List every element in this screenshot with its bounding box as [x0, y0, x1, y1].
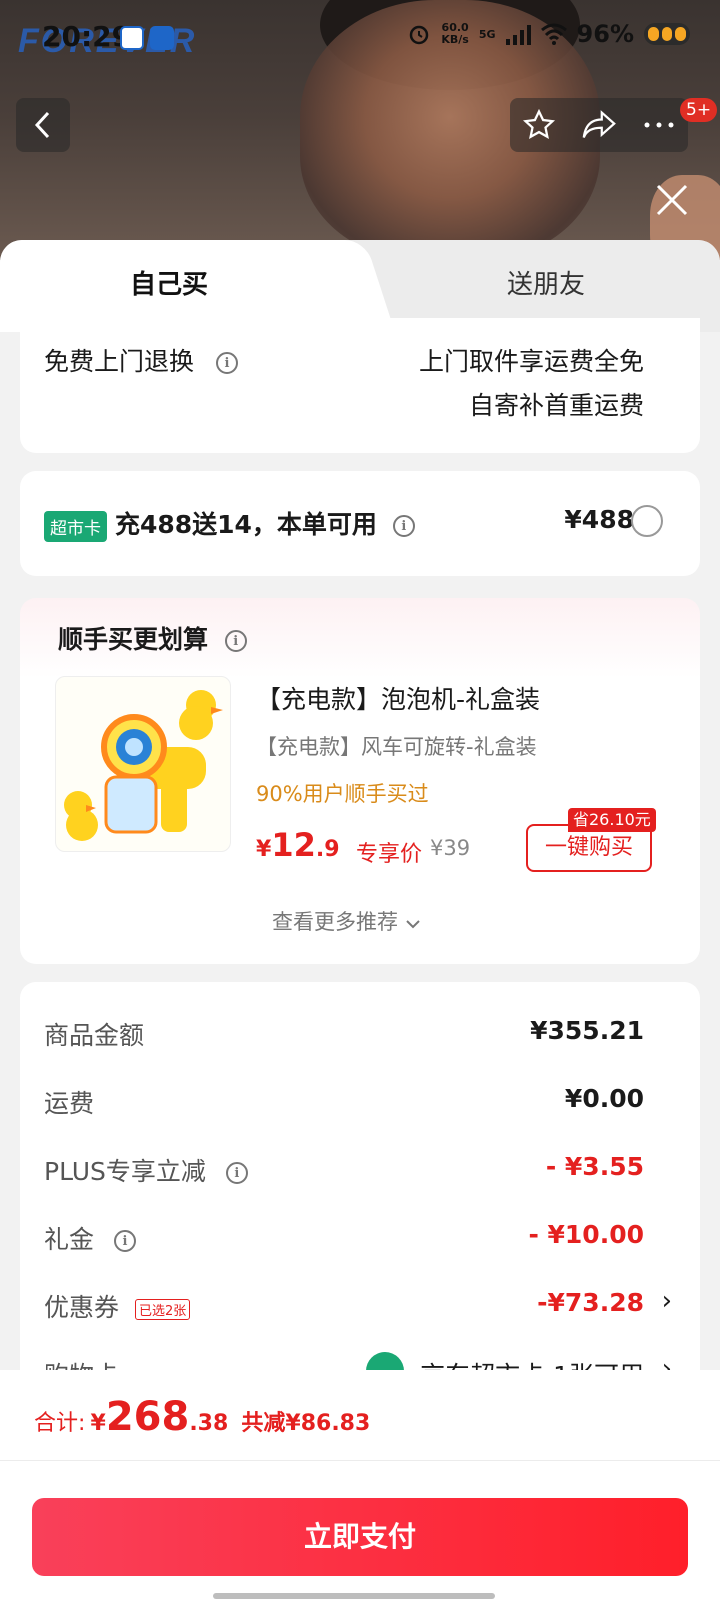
signal-icon	[505, 23, 531, 45]
chevron-down-icon	[405, 920, 420, 929]
product-name[interactable]: 【充电款】泡泡机-礼盒装	[256, 680, 540, 716]
status-bar: 20:29 60.0 KB/s 5G 96%	[0, 0, 720, 76]
free-return-card: 免费上门退换 i 上门取件享运费全免 自寄补首重运费	[20, 318, 700, 453]
summary-label-plus: PLUS专享立减 i	[44, 1152, 248, 1188]
info-icon[interactable]: i	[224, 630, 247, 652]
total-saved: 共减¥86.83	[241, 1411, 371, 1436]
summary-value-goods: ¥355.21	[530, 1016, 644, 1045]
info-icon[interactable]: i	[215, 352, 238, 374]
info-icon[interactable]: i	[113, 1230, 136, 1252]
coupon-selected-tag: 已选2张	[134, 1298, 191, 1320]
back-button[interactable]	[16, 98, 70, 152]
summary-value-coupon[interactable]: -¥73.28	[537, 1288, 644, 1317]
tab-self[interactable]: 自己买	[130, 264, 208, 301]
summary-label-shipping: 运费	[44, 1089, 95, 1118]
pay-now-button[interactable]: 立即支付	[32, 1498, 688, 1576]
summary-label-coupon[interactable]: 优惠券 已选2张	[44, 1288, 191, 1324]
product-price: ¥12.9	[256, 826, 340, 864]
battery-icon	[644, 23, 690, 45]
summary-label-goods: 商品金额	[44, 1021, 145, 1050]
save-badge: 省26.10元	[568, 808, 656, 832]
alarm-icon	[410, 25, 429, 45]
summary-value-shipping: ¥0.00	[564, 1084, 644, 1113]
star-icon[interactable]	[522, 108, 556, 142]
bubble-gun-image	[64, 690, 223, 841]
supermarket-card-radio[interactable]	[631, 505, 663, 537]
divider	[0, 1460, 720, 1461]
product-bought-rate: 90%用户顺手买过	[256, 782, 429, 806]
battery-percent: 96%	[576, 20, 634, 48]
addon-recommend-card: 顺手买更划算 i 【充电款】泡泡机-礼盒装 【充电款】风车可旋转-礼盒装 90%…	[20, 598, 700, 964]
order-total: 合计: ¥268.38 共减¥86.83	[34, 1394, 371, 1440]
supermarket-card-text: 充488送14，本单可用	[114, 510, 377, 539]
info-icon[interactable]: i	[392, 515, 415, 537]
tab-friend[interactable]: 送朋友	[507, 264, 585, 301]
network-speed: 60.0 KB/s	[441, 21, 469, 46]
wifi-icon	[540, 23, 567, 45]
return-line-1: 上门取件享运费全免	[418, 347, 644, 376]
home-indicator[interactable]	[213, 1593, 495, 1599]
close-icon[interactable]	[654, 182, 690, 218]
supermarket-card-tag: 超市卡	[44, 510, 107, 542]
checkout-bottom-bar: 合计: ¥268.38 共减¥86.83 立即支付	[0, 1370, 720, 1600]
chevron-right-icon[interactable]: ›	[662, 1286, 672, 1316]
status-indicators: 60.0 KB/s 5G 96%	[407, 20, 690, 48]
status-time: 20:29	[42, 20, 132, 53]
more-icon[interactable]	[642, 120, 676, 130]
more-recommend-link[interactable]: 查看更多推荐	[272, 906, 421, 936]
back-icon	[34, 111, 50, 139]
summary-value-gift: - ¥10.00	[528, 1220, 644, 1249]
free-return-title: 免费上门退换	[44, 347, 195, 376]
checkout-sheet: 自己买 送朋友 免费上门退换 i 上门取件享运费全免 自寄补首重运费 超市卡 充…	[0, 240, 720, 1600]
network-type: 5G	[478, 27, 496, 41]
product-image[interactable]	[55, 676, 231, 852]
app-notification-icon	[150, 26, 174, 50]
exclusive-price-label: 专享价	[356, 842, 423, 867]
message-badge: 5+	[680, 98, 718, 122]
summary-label-gift: 礼金 i	[44, 1220, 136, 1256]
original-price: ¥39	[430, 836, 471, 860]
return-line-2: 自寄补首重运费	[468, 391, 644, 420]
supermarket-card-amount: ¥488	[564, 505, 634, 534]
header-actions	[510, 98, 688, 152]
share-icon[interactable]	[581, 108, 617, 142]
app-notification-icon	[120, 26, 144, 50]
supermarket-card-offer[interactable]: 超市卡 充488送14，本单可用 i ¥488	[20, 471, 700, 576]
info-icon[interactable]: i	[225, 1162, 248, 1184]
product-subtitle: 【充电款】风车可旋转-礼盒装	[256, 735, 537, 759]
recommend-title: 顺手买更划算	[58, 625, 209, 654]
summary-value-plus: - ¥3.55	[545, 1152, 644, 1181]
